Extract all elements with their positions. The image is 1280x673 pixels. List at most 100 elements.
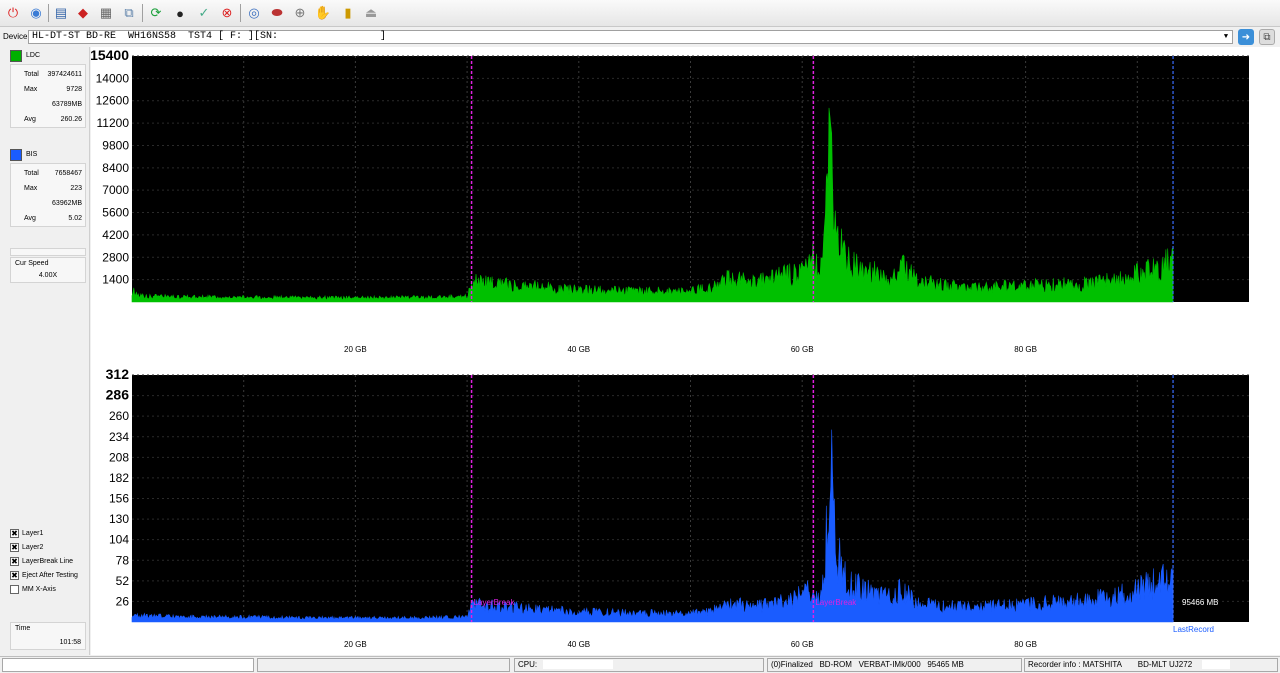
bis-max-label: Max — [24, 185, 38, 192]
device-label: Device: — [3, 32, 30, 41]
status-disc-info: (0)Finalized BD-ROM VERBAT-IMk/000 95465… — [767, 658, 1022, 672]
y-tick-label: 26 — [116, 594, 130, 608]
erase-icon[interactable]: ◆ — [73, 3, 93, 23]
x-tick-label: 40 GB — [567, 640, 590, 649]
exit-icon[interactable]: ⏏ — [361, 3, 381, 23]
device-row: Device: HL-DT-ST BD-RE WH16NS58 TST4 [ F… — [0, 28, 1280, 46]
power-icon[interactable]: ⏻ — [3, 3, 23, 23]
eject-checkbox[interactable]: ✖ — [10, 571, 19, 580]
y-tick-label: 208 — [109, 450, 129, 464]
cpu-meter — [543, 660, 614, 670]
go-icon[interactable]: ➜ — [1238, 29, 1254, 45]
recorder-model: BD-MLT UJ272 — [1137, 660, 1193, 669]
y-tick-label: 15400 — [91, 47, 129, 63]
toolbar: ⏻ ◉ ▤ ◆ ▦ ⧉ ⟳ ● ✓ ⊗ ◎ ⬬ ⊕ ✋ ▮ ⏏ — [0, 0, 1280, 27]
y-tick-label: 12600 — [96, 94, 130, 108]
ldc-max-value: 9728 — [66, 86, 82, 93]
layer-break-annotation: LayerBreak — [815, 598, 857, 607]
device-select[interactable]: HL-DT-ST BD-RE WH16NS58 TST4 [ F: ][SN: … — [28, 30, 1233, 44]
print-icon[interactable]: ⊕ — [290, 3, 310, 23]
bis-avg-label: Avg — [24, 215, 36, 222]
y-tick-label: 9800 — [102, 138, 129, 152]
bis-max-value: 223 — [70, 185, 82, 192]
y-tick-label: 14000 — [96, 71, 130, 85]
layer1-checkbox[interactable]: ✖ — [10, 529, 19, 538]
progress-box — [10, 248, 86, 256]
toolbar-separator — [240, 4, 241, 22]
y-tick-label: 11200 — [97, 116, 130, 130]
y-tick-label: 8400 — [102, 161, 129, 175]
ldc-avg-label: Avg — [24, 116, 36, 123]
charts-svg: 15400 14000 12600 11200 9800 8400 7000 5600 4200… — [90, 47, 1249, 649]
last-record-label: LastRecord — [1173, 625, 1214, 634]
y-tick-label: 234 — [109, 430, 129, 444]
chevron-down-icon[interactable]: ▼ — [1220, 31, 1232, 43]
x-tick-label: 80 GB — [1014, 640, 1037, 649]
bis-total-label: Total — [24, 170, 39, 177]
x-tick-label: 20 GB — [344, 640, 367, 649]
capture-icon[interactable]: ✋ — [313, 3, 333, 23]
eject-label: Eject After Testing — [22, 572, 78, 579]
status-progress — [2, 658, 254, 672]
x-tick-label: 80 GB — [1014, 345, 1037, 354]
copy-icon[interactable]: ⧉ — [119, 3, 139, 23]
sidebar: LDC Total 397424611 Max 9728 63789MB Avg… — [0, 47, 90, 655]
y-tick-label: 130 — [109, 512, 129, 526]
layer2-checkbox[interactable]: ✖ — [10, 543, 19, 552]
ldc-max-label: Max — [24, 86, 38, 93]
y-tick-label: 286 — [106, 387, 130, 403]
time-label: Time — [15, 625, 31, 632]
graph-icon[interactable]: ▮ — [338, 3, 358, 23]
layer2-label: Layer2 — [22, 544, 44, 551]
scan-icon[interactable]: ● — [170, 3, 190, 23]
y-tick-label: 104 — [109, 533, 129, 547]
y-tick-label: 52 — [116, 574, 130, 588]
copy-screen-icon[interactable]: ⧉ — [1259, 29, 1275, 45]
ldc-color-swatch[interactable] — [10, 50, 22, 62]
mm-xaxis-checkbox[interactable] — [10, 585, 19, 594]
bis-avg-value: 5.02 — [68, 215, 82, 222]
disc-info-icon[interactable]: ◉ — [26, 3, 46, 23]
stop-icon[interactable]: ⊗ — [217, 3, 237, 23]
settings-icon[interactable]: ◎ — [244, 3, 264, 23]
x-tick-label: 20 GB — [344, 345, 367, 354]
status-recorder: Recorder info : MATSHITA BD-MLT UJ272 — [1024, 658, 1278, 672]
layerbreak-checkbox[interactable]: ✖ — [10, 557, 19, 566]
chart-area: 15400 14000 12600 11200 9800 8400 7000 5600 4200… — [90, 47, 1280, 655]
toolbar-separator — [48, 4, 49, 22]
x-tick-label: 60 GB — [791, 345, 814, 354]
y-tick-label: 78 — [116, 553, 130, 567]
plot-background-2 — [132, 375, 1249, 622]
status-bar: CPU: (0)Finalized BD-ROM VERBAT-IMk/000 … — [0, 656, 1280, 673]
burn-icon[interactable]: ▦ — [96, 3, 116, 23]
ldc-label: LDC — [26, 52, 41, 59]
bis-max-position: 63962MB — [52, 200, 82, 207]
refresh-icon[interactable]: ⟳ — [146, 3, 166, 23]
bis-stats-box: Total 7658467 Max 223 63962MB Avg 5.02 — [10, 163, 86, 227]
time-box: Time 101:58 — [10, 622, 86, 650]
status-message — [257, 658, 510, 672]
test-icon[interactable]: ✓ — [194, 3, 214, 23]
layer1-label: Layer1 — [22, 530, 44, 537]
drive-icon[interactable]: ▤ — [51, 3, 71, 23]
bis-color-swatch[interactable] — [10, 149, 22, 161]
device-value: HL-DT-ST BD-RE WH16NS58 TST4 [ F: ][SN: … — [32, 31, 387, 42]
time-value: 101:58 — [59, 639, 81, 646]
bis-label: BIS — [26, 151, 38, 158]
speed-value: 4.00X — [38, 272, 58, 279]
y-tick-label: 156 — [109, 492, 129, 506]
ldc-total-label: Total — [24, 71, 39, 78]
bis-total-value: 7658467 — [54, 170, 82, 177]
y-tick-label: 1400 — [102, 273, 129, 287]
save-icon[interactable]: ⬬ — [267, 3, 287, 23]
y-tick-label: 4200 — [102, 228, 129, 242]
ldc-avg-value: 260.26 — [60, 116, 82, 123]
layerbreak-label: LayerBreak Line — [22, 558, 73, 565]
recorder-label: Recorder info : MATSHITA — [1028, 660, 1122, 669]
end-size-label: 95466 MB — [1182, 598, 1218, 607]
speed-box: Cur Speed 4.00X — [10, 257, 86, 283]
y-tick-label: 2800 — [102, 250, 129, 264]
ldc-stats-box: Total 397424611 Max 9728 63789MB Avg 260… — [10, 64, 86, 128]
y-tick-label: 312 — [106, 366, 130, 382]
recorder-serial-blank — [1202, 660, 1231, 670]
